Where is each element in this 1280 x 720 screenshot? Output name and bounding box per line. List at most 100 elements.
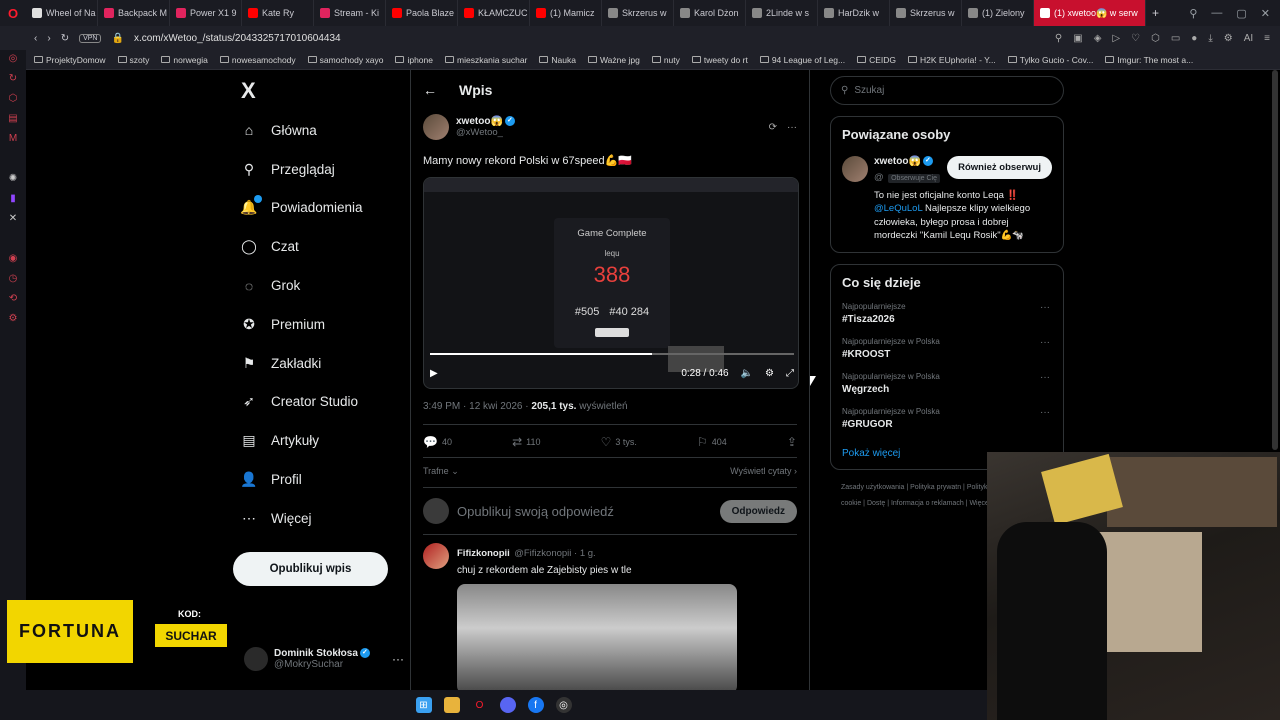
more-options-icon[interactable]: ···	[392, 652, 404, 666]
back-icon[interactable]: ‹	[34, 33, 37, 44]
shield-icon[interactable]: ◈	[1094, 33, 1102, 44]
related-name[interactable]: xwetoo😱	[874, 156, 921, 167]
tweet-author-handle[interactable]: @xWetoo_	[456, 127, 515, 138]
forward-icon[interactable]: ›	[47, 33, 50, 44]
browser-tab[interactable]: 2Linde w s	[746, 0, 818, 26]
search-input[interactable]: ⚲ Szukaj	[830, 76, 1064, 105]
fullscreen-icon[interactable]: ⤢	[786, 368, 794, 379]
trend-item[interactable]: Najpopularniejsze w Polska Węgrzech ···	[842, 372, 1052, 395]
grok-icon[interactable]: ⟳	[769, 122, 777, 133]
bookmark-item[interactable]: nuty	[651, 55, 680, 65]
browser-tab[interactable]: KŁAMCZUC	[458, 0, 530, 26]
reply-button[interactable]: Odpowiedz	[719, 499, 797, 523]
tab-active[interactable]: (1) xwetoo😱 w serw	[1034, 0, 1146, 26]
bookmark-item[interactable]: Nauka	[539, 55, 576, 65]
trend-more-icon[interactable]: ···	[1040, 302, 1050, 313]
browser-tab[interactable]: Skrzerus w	[602, 0, 674, 26]
url-field[interactable]: x.com/xWetoo_/status/2043325717010604434	[134, 33, 341, 44]
pin-icon[interactable]: ⚲	[1055, 33, 1062, 44]
view-quotes-link[interactable]: Wyświetl cytaty ›	[730, 466, 797, 477]
bookmark-item[interactable]: 94 League of Leg...	[759, 55, 845, 65]
bookmark-item[interactable]: Imgur: The most a...	[1105, 55, 1193, 65]
play-icon[interactable]: ▷	[1112, 33, 1120, 44]
nav-item-bell[interactable]: 🔔 Powiadomienia	[232, 189, 402, 228]
maximize-icon[interactable]: ▢	[1236, 7, 1246, 20]
vpn-badge[interactable]: VPN	[79, 33, 102, 43]
windows-start-icon[interactable]: ⊞	[415, 697, 432, 713]
account-icon[interactable]: ●	[1191, 33, 1197, 44]
nav-item-grok[interactable]: ◌ Grok	[232, 266, 402, 305]
trend-item[interactable]: Najpopularniejsze #Tisza2026 ···	[842, 302, 1052, 325]
nav-item-person[interactable]: 👤 Profil	[232, 460, 402, 499]
follow-button[interactable]: Również obserwuj	[947, 156, 1052, 179]
menu-icon[interactable]: ≡	[1264, 33, 1270, 44]
back-arrow-icon[interactable]: ←	[423, 82, 437, 98]
reply-input[interactable]: Opublikuj swoją odpowiedź	[457, 504, 614, 519]
sidebar-clock-icon[interactable]: ◷	[7, 272, 19, 284]
tweet-more-icon[interactable]: ···	[787, 122, 797, 133]
sidebar-chatgpt-icon[interactable]: ✺	[7, 172, 19, 184]
sidebar-mail-icon[interactable]: M	[7, 132, 19, 144]
volume-icon[interactable]: 🔈	[741, 368, 753, 379]
trend-item[interactable]: Najpopularniejsze w Polska #KROOST ···	[842, 337, 1052, 360]
sidebar-player-icon[interactable]: ◉	[7, 252, 19, 264]
trend-more-icon[interactable]: ···	[1040, 407, 1050, 418]
browser-tab[interactable]: Wheel of Na	[26, 0, 98, 26]
bookmark-item[interactable]: samochody xayo	[307, 55, 383, 65]
nav-item-home[interactable]: ⌂ Główna	[232, 111, 402, 150]
avatar[interactable]	[842, 156, 868, 182]
x-logo-icon[interactable]: X	[241, 78, 402, 106]
bookmark-item[interactable]: nowesamochody	[219, 55, 296, 65]
bookmark-item[interactable]: tweety do rt	[691, 55, 748, 65]
sidebar-twitch-icon[interactable]: ▮	[7, 192, 19, 204]
bookmark-item[interactable]: CEIDG	[857, 55, 896, 65]
nav-item-more[interactable]: ⋯ Więcej	[232, 499, 402, 538]
reload-icon[interactable]: ↻	[61, 33, 69, 44]
reply-author-handle[interactable]: @Fifizkonopii · 1 g.	[514, 548, 595, 559]
nav-item-verified[interactable]: ✪ Premium	[232, 305, 402, 344]
play-icon[interactable]: ▶	[430, 368, 438, 379]
tweet-author-name[interactable]: xwetoo😱	[456, 116, 503, 127]
reply-avatar[interactable]	[423, 543, 449, 569]
tweet-video[interactable]: Game Complete lequ 388 #505 #40 284 ▶ 0:…	[423, 177, 799, 389]
trend-more-icon[interactable]: ···	[1040, 372, 1050, 383]
reply-author-name[interactable]: Fifizkonopii	[457, 548, 510, 559]
opera-logo-icon[interactable]: O	[0, 0, 26, 26]
reply-action[interactable]: 💬 40	[423, 435, 452, 449]
facebook-icon[interactable]: f	[527, 697, 544, 713]
file-explorer-icon[interactable]	[443, 697, 460, 713]
download-icon[interactable]: ⤓	[1208, 33, 1212, 44]
browser-tab[interactable]: Karol Dżon	[674, 0, 746, 26]
sort-dropdown[interactable]: Trafne ⌄	[423, 466, 459, 477]
browser-tab[interactable]: (1) Zielony	[962, 0, 1034, 26]
search-tabs-icon[interactable]: ⚲	[1189, 7, 1197, 20]
post-button[interactable]: Opublikuj wpis	[233, 552, 388, 586]
browser-tab[interactable]: HarDzik w	[818, 0, 890, 26]
bookmark-item[interactable]: szoty	[117, 55, 149, 65]
sidebar-messenger-icon[interactable]: ◎	[7, 52, 19, 64]
footer-link[interactable]: Informacja o reklamach	[891, 500, 964, 507]
bookmark-action[interactable]: ⚐ 404	[697, 435, 727, 449]
browser-tab[interactable]: Stream - Ki	[314, 0, 386, 26]
like-action[interactable]: ♡ 3 tys.	[601, 435, 637, 449]
tweet-avatar[interactable]	[423, 114, 449, 140]
opera-taskbar-icon[interactable]: O	[472, 697, 488, 713]
browser-tab[interactable]: Kate Ry	[242, 0, 314, 26]
bookmark-item[interactable]: Tylko Gucio - Cov...	[1007, 55, 1093, 65]
close-window-icon[interactable]: ✕	[1261, 7, 1270, 20]
nav-item-chat[interactable]: ◯ Czat	[232, 227, 402, 266]
minimize-icon[interactable]: —	[1211, 7, 1222, 20]
video-settings-icon[interactable]: ⚙	[765, 368, 774, 379]
nav-item-articles[interactable]: ▤ Artykuły	[232, 421, 402, 460]
reply-image[interactable]	[457, 584, 737, 694]
nav-item-bookmark[interactable]: ⚑ Zakładki	[232, 344, 402, 383]
footer-link[interactable]: Polityka prywatn	[910, 484, 961, 491]
browser-tab[interactable]: Power X1 9	[170, 0, 242, 26]
steam-icon[interactable]: ◎	[555, 697, 572, 713]
discord-icon[interactable]	[499, 697, 516, 713]
bookmark-item[interactable]: iphone	[395, 55, 433, 65]
video-progress-bar[interactable]	[430, 353, 794, 355]
bookmark-item[interactable]: ProjektyDomow	[34, 55, 106, 65]
browser-tab[interactable]: Backpack M	[98, 0, 170, 26]
wallet-icon[interactable]: ▭	[1171, 33, 1180, 44]
